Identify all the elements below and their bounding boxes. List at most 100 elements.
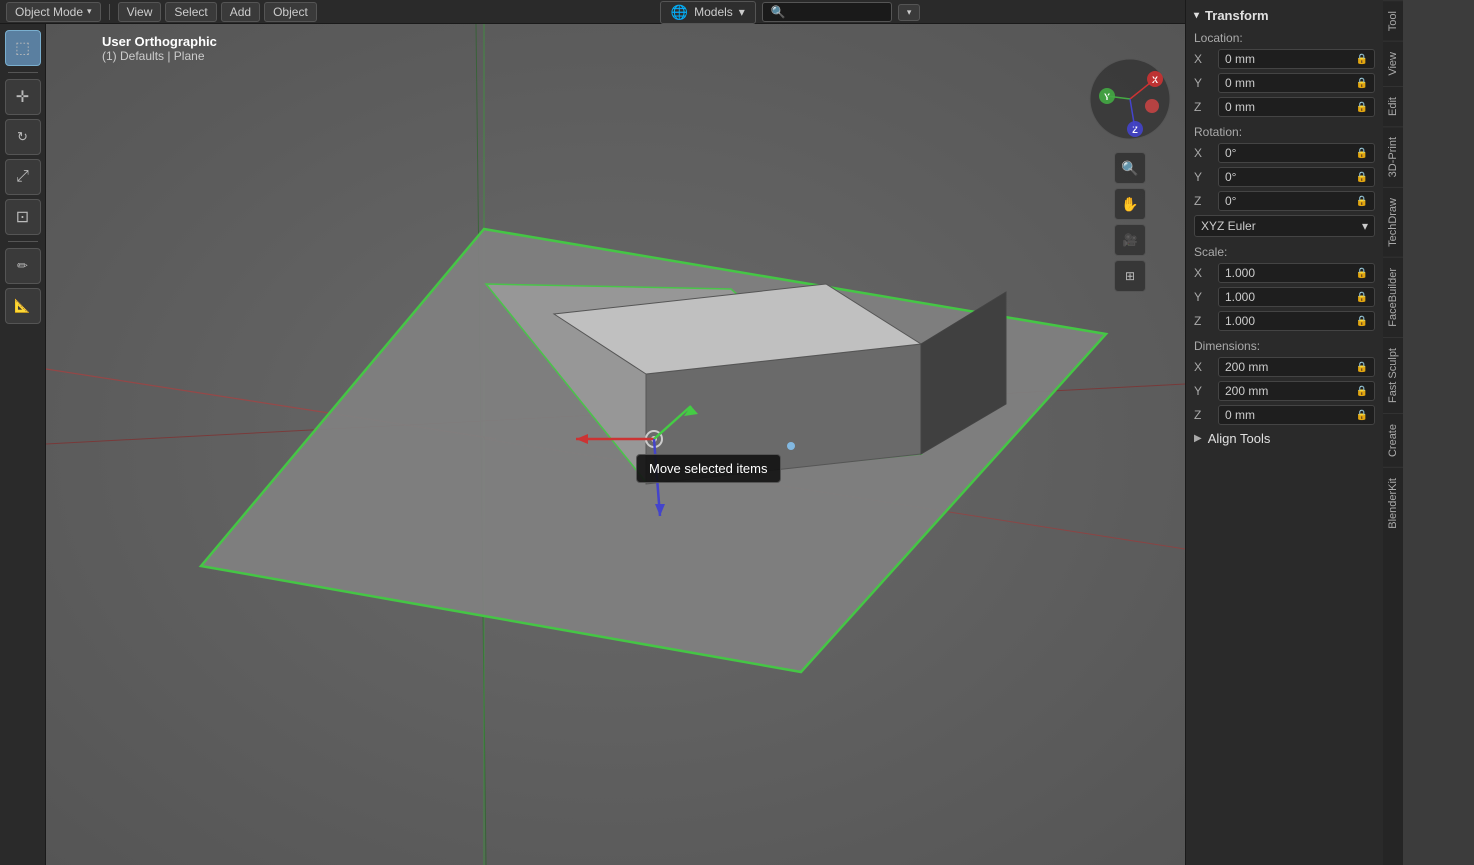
tab-facebuilder[interactable]: FaceBuilder: [1383, 257, 1403, 337]
pan-icon[interactable]: ✋: [1114, 188, 1146, 220]
rotation-z-value[interactable]: 0° 🔒: [1218, 191, 1375, 211]
select-menu[interactable]: Select: [165, 2, 216, 22]
object-mode-dropdown[interactable]: Object Mode ▾: [6, 2, 101, 22]
side-tabs: Tool View Edit 3D-Print TechDraw FaceBui…: [1383, 0, 1403, 865]
location-x-text: 0 mm: [1225, 52, 1255, 66]
dim-x-lock-icon: 🔒: [1356, 362, 1368, 373]
euler-dropdown-row: XYZ Euler ▾: [1194, 215, 1375, 237]
rotation-z-row: Z 0° 🔒: [1194, 191, 1375, 211]
rotation-y-label: Y: [1194, 170, 1218, 184]
separator-1: [109, 4, 110, 20]
euler-arrow-icon: ▾: [1362, 219, 1368, 233]
scale-x-row: X 1.000 🔒: [1194, 263, 1375, 283]
select-label: Select: [174, 5, 207, 19]
location-x-row: X 0 mm 🔒: [1194, 49, 1375, 69]
scale-z-value[interactable]: 1.000 🔒: [1218, 311, 1375, 331]
search-icon: 🔍: [771, 5, 786, 19]
transform-title-label: Transform: [1205, 8, 1269, 23]
object-menu[interactable]: Object: [264, 2, 317, 22]
dim-y-text: 200 mm: [1225, 384, 1268, 398]
viewport[interactable]: User Orthographic (1) Defaults | Plane X…: [46, 24, 1185, 865]
rotation-z-label: Z: [1194, 194, 1218, 208]
scale-z-label: Z: [1194, 314, 1218, 328]
rotate-tool-btn[interactable]: ↻: [5, 119, 41, 155]
tab-fastsculpt[interactable]: Fast Sculpt: [1383, 337, 1403, 413]
viewport-view-subtitle: (1) Defaults | Plane: [102, 49, 217, 63]
scale-x-value[interactable]: 1.000 🔒: [1218, 263, 1375, 283]
rotation-x-text: 0°: [1225, 146, 1236, 160]
scale-y-label: Y: [1194, 290, 1218, 304]
dimensions-label: Dimensions:: [1194, 339, 1375, 353]
transform-section-title[interactable]: ▾ Transform: [1194, 8, 1375, 23]
transform-tool-btn[interactable]: ⊡: [5, 199, 41, 235]
location-z-text: 0 mm: [1225, 100, 1255, 114]
align-tools-section[interactable]: ▶ Align Tools: [1194, 431, 1375, 446]
transform-triangle-icon: ▾: [1194, 10, 1199, 21]
mode-arrow-icon: ▾: [87, 6, 92, 17]
viewport-view-title: User Orthographic: [102, 34, 217, 49]
scale-y-text: 1.000: [1225, 290, 1255, 304]
dim-z-lock-icon: 🔒: [1356, 410, 1368, 421]
tab-view[interactable]: View: [1383, 41, 1403, 86]
measure-tool-btn[interactable]: 📐: [5, 288, 41, 324]
location-z-row: Z 0 mm 🔒: [1194, 97, 1375, 117]
camera-icon[interactable]: 🎥: [1114, 224, 1146, 256]
tab-techdraw[interactable]: TechDraw: [1383, 187, 1403, 257]
zoom-to-fit-icon[interactable]: 🔍: [1114, 152, 1146, 184]
dim-y-row: Y 200 mm 🔒: [1194, 381, 1375, 401]
location-z-label: Z: [1194, 100, 1218, 114]
grid-icon[interactable]: ⊞: [1114, 260, 1146, 292]
scale-z-text: 1.000: [1225, 314, 1255, 328]
search-options-btn[interactable]: ▾: [898, 4, 921, 21]
rotation-x-label: X: [1194, 146, 1218, 160]
location-y-row: Y 0 mm 🔒: [1194, 73, 1375, 93]
dim-x-value[interactable]: 200 mm 🔒: [1218, 357, 1375, 377]
orientation-gizmo[interactable]: X Y Z: [1085, 54, 1175, 144]
tab-tool[interactable]: Tool: [1383, 0, 1403, 41]
tab-edit[interactable]: Edit: [1383, 86, 1403, 126]
location-x-value[interactable]: 0 mm 🔒: [1218, 49, 1375, 69]
tab-create[interactable]: Create: [1383, 413, 1403, 467]
dim-z-value[interactable]: 0 mm 🔒: [1218, 405, 1375, 425]
rotation-y-lock-icon: 🔒: [1356, 172, 1368, 183]
scale-z-row: Z 1.000 🔒: [1194, 311, 1375, 331]
location-z-value[interactable]: 0 mm 🔒: [1218, 97, 1375, 117]
dim-x-row: X 200 mm 🔒: [1194, 357, 1375, 377]
annotate-tool-btn[interactable]: ✏: [5, 248, 41, 284]
rotation-label: Rotation:: [1194, 125, 1375, 139]
scale-x-label: X: [1194, 266, 1218, 280]
scale-tool-btn[interactable]: ⤢: [5, 159, 41, 195]
location-y-text: 0 mm: [1225, 76, 1255, 90]
dim-x-label: X: [1194, 360, 1218, 374]
tool-sep-2: [8, 241, 38, 242]
euler-dropdown[interactable]: XYZ Euler ▾: [1194, 215, 1375, 237]
add-menu[interactable]: Add: [221, 2, 260, 22]
dim-z-text: 0 mm: [1225, 408, 1255, 422]
move-tool-btn[interactable]: ✛: [5, 79, 41, 115]
tab-3dprint[interactable]: 3D-Print: [1383, 126, 1403, 187]
dim-y-value[interactable]: 200 mm 🔒: [1218, 381, 1375, 401]
tab-blenderkit[interactable]: BlenderKit: [1383, 467, 1403, 539]
panel-content: ▾ Transform Location: X 0 mm 🔒 Y 0 mm 🔒 …: [1186, 0, 1383, 865]
scale-y-value[interactable]: 1.000 🔒: [1218, 287, 1375, 307]
view-label: View: [127, 5, 153, 19]
tool-sep-1: [8, 72, 38, 73]
right-panel: ▾ Transform Location: X 0 mm 🔒 Y 0 mm 🔒 …: [1185, 0, 1403, 865]
dim-y-lock-icon: 🔒: [1356, 386, 1368, 397]
scale-y-lock-icon: 🔒: [1356, 292, 1368, 303]
nav-icons: X Y Z 🔍 ✋ 🎥 ⊞: [1085, 54, 1175, 292]
models-label: Models: [694, 5, 733, 19]
rotation-y-value[interactable]: 0° 🔒: [1218, 167, 1375, 187]
rotation-x-value[interactable]: 0° 🔒: [1218, 143, 1375, 163]
location-z-lock-icon: 🔒: [1356, 102, 1368, 113]
models-dropdown[interactable]: 🌐 Models ▾: [660, 1, 756, 24]
left-toolbar: ⬚ ✛ ↻ ⤢ ⊡ ✏ 📐: [0, 24, 46, 865]
view-menu[interactable]: View: [118, 2, 162, 22]
location-y-value[interactable]: 0 mm 🔒: [1218, 73, 1375, 93]
models-globe-icon: 🌐: [671, 4, 688, 21]
location-label: Location:: [1194, 31, 1375, 45]
search-options-icon: ▾: [907, 7, 912, 18]
location-y-label: Y: [1194, 76, 1218, 90]
search-box[interactable]: 🔍: [762, 2, 892, 22]
select-tool-btn[interactable]: ⬚: [5, 30, 41, 66]
